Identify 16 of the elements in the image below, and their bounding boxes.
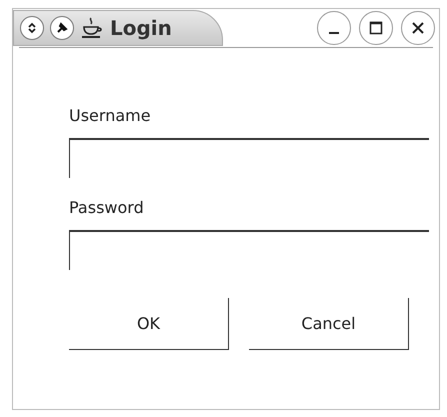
close-icon [411,21,425,35]
field-label: Password [69,197,145,219]
pin-button[interactable] [50,16,74,40]
up-down-icon [27,22,37,34]
field-label: Username [69,105,152,127]
window-title: Login [110,15,172,42]
shade-button[interactable] [20,16,44,40]
pin-icon [55,21,69,35]
dialog-button[interactable]: OK [69,298,229,350]
coffee-cup-icon [80,16,104,40]
maximize-button[interactable] [359,11,393,45]
minimize-button[interactable] [317,11,351,45]
minimize-icon [329,32,339,34]
maximize-icon [369,21,383,35]
dialog-button[interactable]: Cancel [249,298,409,350]
close-button[interactable] [401,11,435,45]
